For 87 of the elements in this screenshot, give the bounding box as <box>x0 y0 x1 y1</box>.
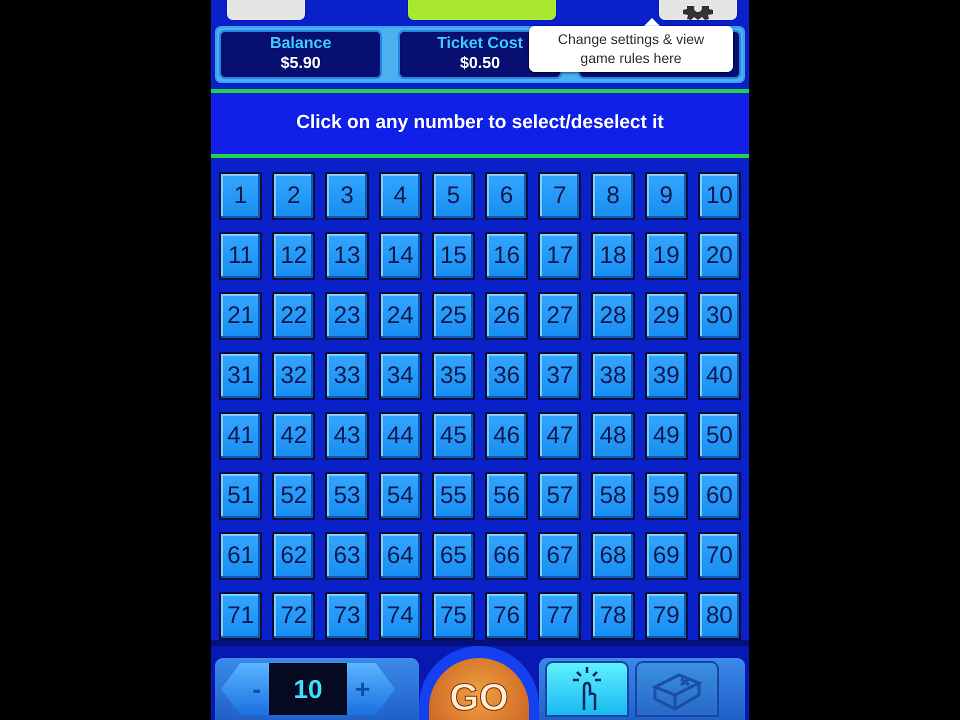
number-tile[interactable]: 8 <box>591 172 635 220</box>
number-tile[interactable]: 43 <box>325 412 369 460</box>
number-tile[interactable]: 44 <box>378 412 422 460</box>
number-tile[interactable]: 64 <box>378 532 422 580</box>
number-tile[interactable]: 12 <box>272 232 316 280</box>
number-tile[interactable]: 6 <box>485 172 528 220</box>
stat-label: Ticket Cost <box>437 35 523 54</box>
number-tile[interactable]: 71 <box>219 592 262 640</box>
number-tile[interactable]: 56 <box>485 472 528 520</box>
number-tile[interactable]: 9 <box>644 172 688 220</box>
number-tile[interactable]: 39 <box>644 352 688 400</box>
number-tile[interactable]: 11 <box>219 232 262 280</box>
number-tile[interactable]: 21 <box>219 292 262 340</box>
number-tile[interactable]: 35 <box>432 352 475 400</box>
stat-value: $0.50 <box>460 55 500 74</box>
number-tile[interactable]: 48 <box>591 412 635 460</box>
tooltip: Change settings & view game rules here <box>529 26 733 72</box>
number-tile[interactable]: 26 <box>485 292 528 340</box>
number-tile[interactable]: 57 <box>538 472 582 520</box>
instruction-text: Click on any number to select/deselect it <box>296 112 664 134</box>
stat-label: Balance <box>270 35 332 54</box>
number-tile[interactable]: 58 <box>591 472 635 520</box>
pick-count: 10 <box>269 663 347 715</box>
number-tile[interactable]: 67 <box>538 532 582 580</box>
number-tile[interactable]: 38 <box>591 352 635 400</box>
number-tile[interactable]: 52 <box>272 472 316 520</box>
number-tile[interactable]: 24 <box>378 292 422 340</box>
number-tile[interactable]: 32 <box>272 352 316 400</box>
number-tile[interactable]: 28 <box>591 292 635 340</box>
number-tile[interactable]: 42 <box>272 412 316 460</box>
number-tile[interactable]: 55 <box>432 472 475 520</box>
number-tile[interactable]: 15 <box>432 232 475 280</box>
number-tile[interactable]: 61 <box>219 532 262 580</box>
number-tile[interactable]: 18 <box>591 232 635 280</box>
number-tile[interactable]: 23 <box>325 292 369 340</box>
number-tile[interactable]: 51 <box>219 472 262 520</box>
stat-value: $5.90 <box>280 55 321 74</box>
number-tile[interactable]: 13 <box>325 232 369 280</box>
number-tile[interactable]: 72 <box>272 592 316 640</box>
number-tile[interactable]: 74 <box>378 592 422 640</box>
number-tile[interactable]: 65 <box>432 532 475 580</box>
number-tile[interactable]: 46 <box>485 412 528 460</box>
number-tile[interactable]: 40 <box>698 352 741 400</box>
number-tile[interactable]: 34 <box>378 352 422 400</box>
number-tile[interactable]: 69 <box>644 532 688 580</box>
number-tile[interactable]: 33 <box>325 352 369 400</box>
number-tile[interactable]: 4 <box>378 172 422 220</box>
number-tile[interactable]: 5 <box>432 172 475 220</box>
number-tile[interactable]: 3 <box>325 172 369 220</box>
number-tile[interactable]: 16 <box>485 232 528 280</box>
number-tile[interactable]: 62 <box>272 532 316 580</box>
number-tile[interactable]: 25 <box>432 292 475 340</box>
number-tile[interactable]: 70 <box>698 532 741 580</box>
number-tile[interactable]: 45 <box>432 412 475 460</box>
number-tile[interactable]: 49 <box>644 412 688 460</box>
number-tile[interactable]: 31 <box>219 352 262 400</box>
number-tile[interactable]: 47 <box>538 412 582 460</box>
number-tile[interactable]: 27 <box>538 292 582 340</box>
number-tile[interactable]: 36 <box>485 352 528 400</box>
number-tile[interactable]: 53 <box>325 472 369 520</box>
number-tile[interactable]: 10 <box>698 172 741 220</box>
number-tile[interactable]: 17 <box>538 232 582 280</box>
number-tile[interactable]: 73 <box>325 592 369 640</box>
number-tile[interactable]: 66 <box>485 532 528 580</box>
number-tile[interactable]: 80 <box>698 592 741 640</box>
number-tile[interactable]: 14 <box>378 232 422 280</box>
number-tile[interactable]: 29 <box>644 292 688 340</box>
number-tile[interactable]: 30 <box>698 292 741 340</box>
number-tile[interactable]: 41 <box>219 412 262 460</box>
number-tile[interactable]: 59 <box>644 472 688 520</box>
number-tile[interactable]: 60 <box>698 472 741 520</box>
number-tile[interactable]: 50 <box>698 412 741 460</box>
number-tile[interactable]: 1 <box>219 172 262 220</box>
number-tile[interactable]: 76 <box>485 592 528 640</box>
number-tile[interactable]: 37 <box>538 352 582 400</box>
number-tile[interactable]: 2 <box>272 172 316 220</box>
number-tile[interactable]: 77 <box>538 592 582 640</box>
number-tile[interactable]: 78 <box>591 592 635 640</box>
number-tile[interactable]: 75 <box>432 592 475 640</box>
number-tile[interactable]: 63 <box>325 532 369 580</box>
number-tile[interactable]: 68 <box>591 532 635 580</box>
number-tile[interactable]: 54 <box>378 472 422 520</box>
number-tile[interactable]: 79 <box>644 592 688 640</box>
number-tile[interactable]: 20 <box>698 232 741 280</box>
number-tile[interactable]: 19 <box>644 232 688 280</box>
number-tile[interactable]: 7 <box>538 172 582 220</box>
number-tile[interactable]: 22 <box>272 292 316 340</box>
